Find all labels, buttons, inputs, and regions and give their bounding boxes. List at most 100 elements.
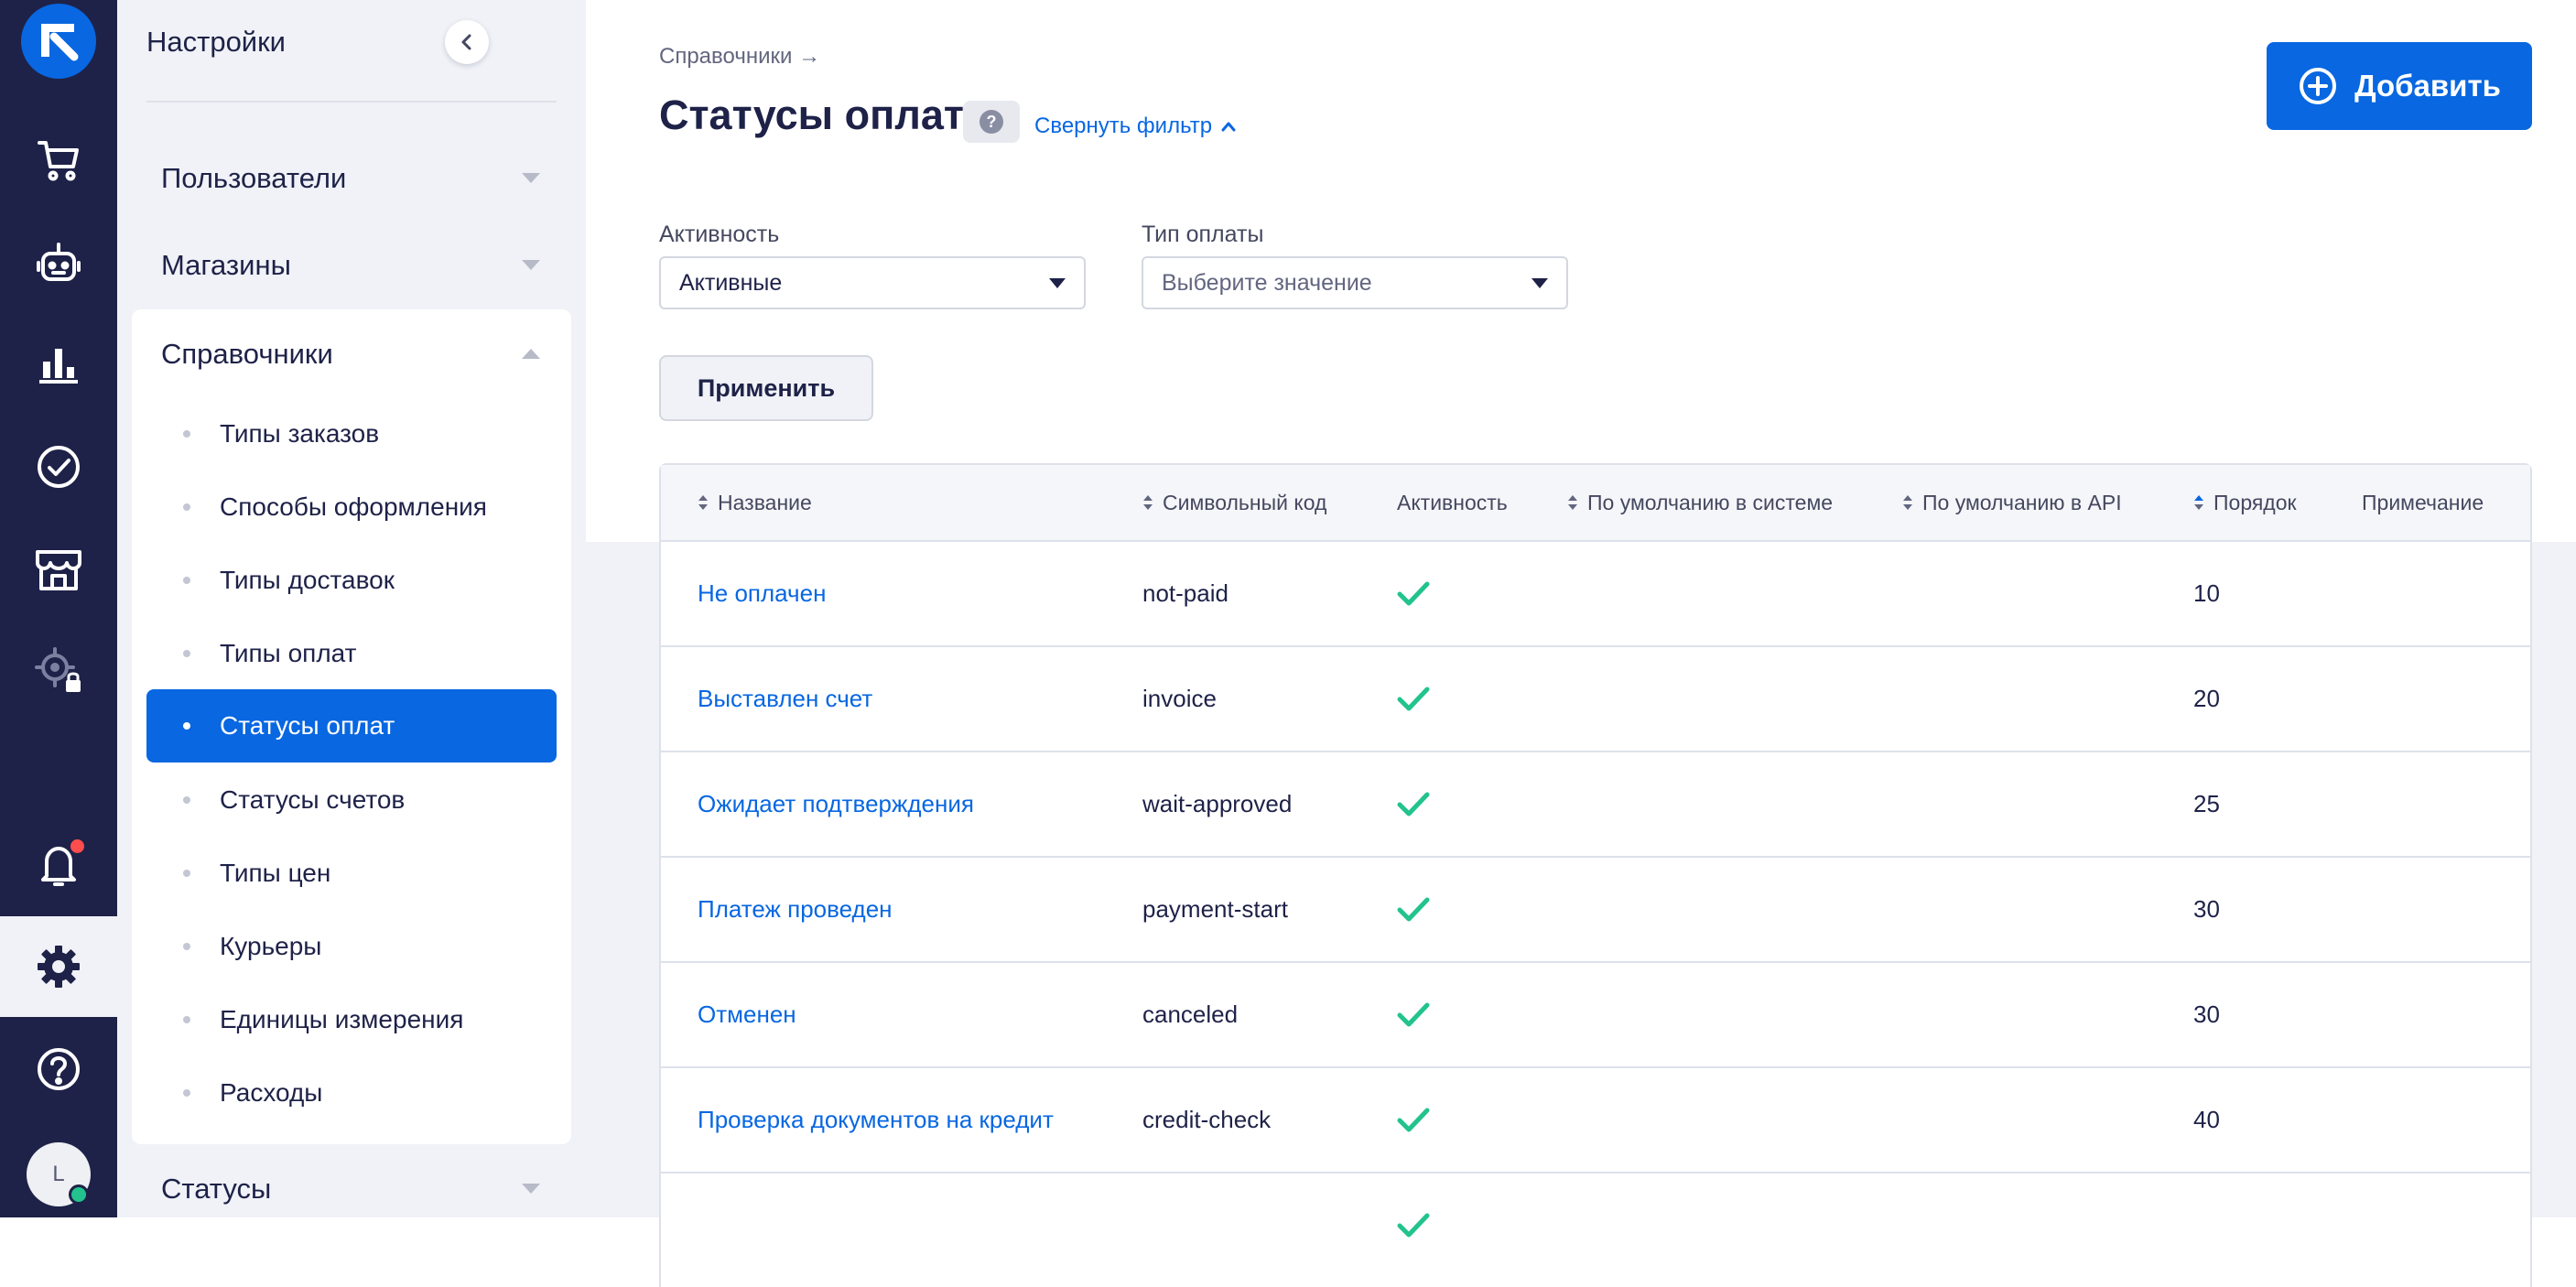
active-check-icon [1397,1173,1430,1277]
status-code: not-paid [1142,579,1228,607]
status-order: 10 [2193,579,2220,607]
table-row[interactable]: Проверка документов на кредит credit-che… [661,1068,2530,1173]
status-order: 30 [2193,895,2220,923]
status-name-link[interactable]: Выставлен счет [698,647,872,751]
sidebar-item-label: Типы доставок [220,566,395,594]
sidebar-group-shops[interactable]: Магазины [161,233,564,297]
status-name-link[interactable]: Отменен [698,963,796,1066]
sidebar-item-expenses[interactable]: Расходы [146,1056,557,1130]
caret-down-icon [1049,277,1066,288]
add-button[interactable]: Добавить [2267,42,2532,130]
sidebar-group-label: Статусы [161,1173,272,1205]
collapse-filter-link[interactable]: Свернуть фильтр [1034,114,1236,139]
table-row[interactable] [661,1173,2530,1279]
payment-type-select[interactable]: Выберите значение [1142,256,1568,309]
breadcrumb[interactable]: Справочники → [659,44,820,70]
integrations-icon[interactable] [0,621,117,721]
activity-filter-label: Активность [659,222,780,247]
active-check-icon [1397,1068,1430,1172]
bullet-icon [183,650,190,657]
column-header-name[interactable]: Название [698,465,812,540]
table-row[interactable]: Ожидает подтверждения wait-approved 25 [661,752,2530,858]
column-header-default-api[interactable]: По умолчанию в API [1902,465,2122,540]
bullet-icon [183,870,190,877]
column-header-label: По умолчанию в системе [1587,490,1834,514]
sidebar-item-payment-statuses[interactable]: Статусы оплат [146,689,557,762]
gear-icon[interactable] [0,916,117,1017]
bell-icon[interactable] [0,815,117,915]
sort-icon [1568,495,1577,510]
sidebar-item-label: Статусы счетов [220,785,406,814]
sidebar-title: Настройки [146,26,287,58]
settings-sidebar: Настройки Пользователи Магазины Справочн… [117,0,586,1217]
column-header-active: Активность [1397,465,1508,540]
status-name-link[interactable]: Проверка документов на кредит [698,1068,1054,1172]
column-header-order[interactable]: Порядок [2193,465,2297,540]
sidebar-group-statuses[interactable]: Статусы [161,1157,564,1221]
sidebar-item-label: Типы заказов [220,419,380,448]
column-header-default-system[interactable]: По умолчанию в системе [1567,465,1833,540]
sidebar-item-label: Типы оплат [220,639,357,667]
payment-type-select-placeholder: Выберите значение [1162,269,1372,296]
tasks-icon[interactable] [0,416,117,517]
status-code: credit-check [1142,1106,1272,1133]
activity-select[interactable]: Активные [659,256,1086,309]
active-check-icon [1397,963,1430,1066]
sidebar-group-label: Пользователи [161,162,347,194]
icon-rail: L [0,0,117,1217]
chevron-down-icon [522,173,540,183]
sidebar-group-users[interactable]: Пользователи [161,146,564,211]
column-header-label: Порядок [2213,490,2297,514]
sidebar-item-checkout-methods[interactable]: Способы оформления [146,470,557,544]
column-header-label: Активность [1397,490,1508,514]
sidebar-item-payment-types[interactable]: Типы оплат [146,617,557,690]
column-header-label: Примечание [2362,490,2484,514]
sidebar-item-label: Курьеры [220,932,322,960]
bullet-icon [183,503,190,511]
column-header-note: Примечание [2362,465,2484,540]
sidebar-item-units[interactable]: Единицы измерения [146,983,557,1056]
table-row[interactable]: Отменен canceled 30 [661,963,2530,1068]
status-order: 30 [2193,1000,2220,1028]
sidebar-item-label: Способы оформления [220,492,487,521]
table-row[interactable]: Не оплачен not-paid 10 [661,542,2530,647]
sidebar-item-invoice-statuses[interactable]: Статусы счетов [146,763,557,837]
avatar[interactable]: L [27,1142,91,1206]
cart-icon[interactable] [0,110,117,211]
sidebar-collapse-button[interactable] [445,20,489,64]
sidebar-group-directories[interactable]: Справочники [161,322,564,386]
bot-icon[interactable] [0,213,117,314]
status-order: 20 [2193,685,2220,712]
question-icon: ? [980,110,1003,134]
help-icon[interactable] [0,1019,117,1119]
sidebar-item-delivery-types[interactable]: Типы доставок [146,544,557,617]
caret-down-icon [1532,277,1548,288]
status-order: 25 [2193,790,2220,817]
help-button[interactable]: ? [963,101,1020,143]
bullet-icon [183,722,190,730]
sort-icon [1143,495,1153,510]
sidebar-item-price-types[interactable]: Типы цен [146,837,557,910]
sort-icon [1903,495,1912,510]
table-row[interactable]: Платеж проведен payment-start 30 [661,858,2530,963]
logo-icon[interactable] [21,4,96,79]
sidebar-item-couriers[interactable]: Курьеры [146,910,557,983]
active-check-icon [1397,752,1430,856]
store-icon[interactable] [0,519,117,620]
status-name-link[interactable]: Не оплачен [698,542,826,645]
sidebar-group-label: Магазины [161,249,291,281]
bullet-icon [183,1016,190,1023]
sidebar-item-order-types[interactable]: Типы заказов [146,397,557,470]
status-name-link[interactable]: Платеж проведен [698,858,893,961]
apply-button[interactable]: Применить [659,355,873,421]
status-name-link[interactable]: Ожидает подтверждения [698,752,974,856]
bullet-icon [183,796,190,804]
column-header-code[interactable]: Символьный код [1142,465,1326,540]
chevron-down-icon [522,260,540,270]
help-label: ? [987,113,997,131]
table-row[interactable]: Выставлен счет invoice 20 [661,647,2530,752]
analytics-icon[interactable] [0,314,117,415]
status-code: wait-approved [1142,790,1293,817]
online-status-dot [69,1184,89,1205]
sort-icon [698,495,708,510]
